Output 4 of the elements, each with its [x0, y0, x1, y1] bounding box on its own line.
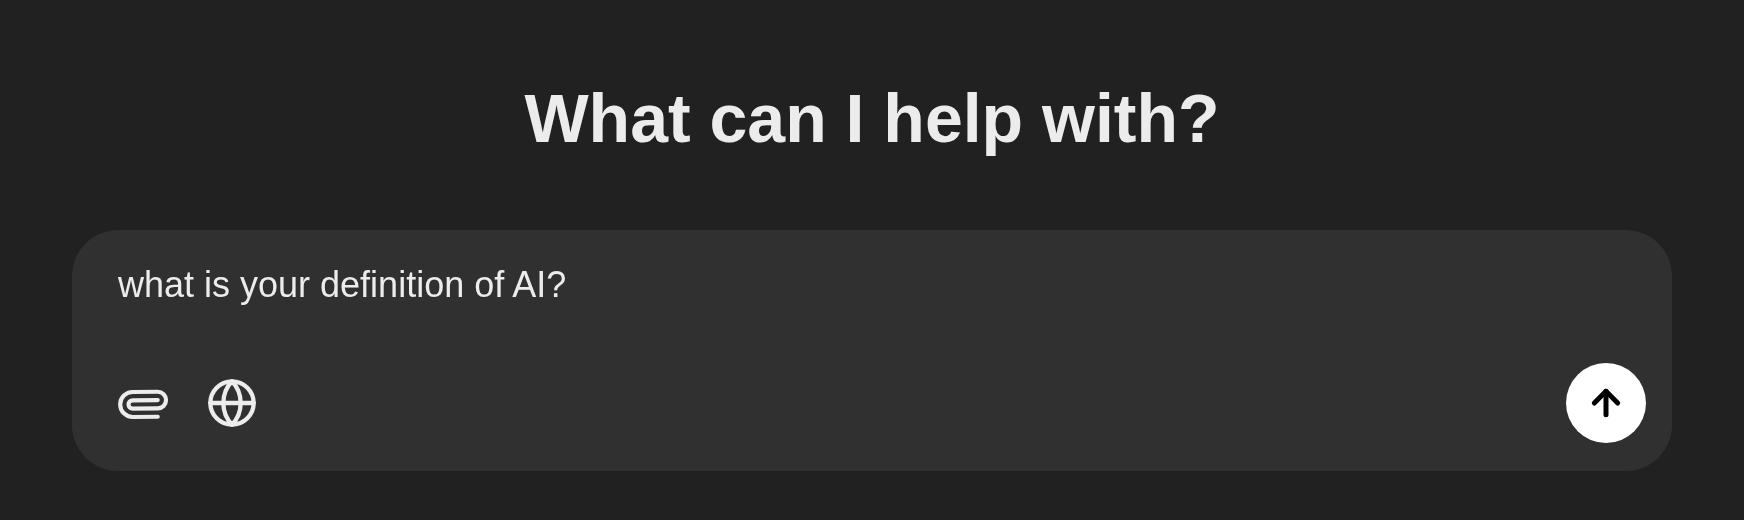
globe-icon: [206, 377, 258, 429]
globe-button[interactable]: [206, 377, 258, 429]
page-heading: What can I help with?: [524, 79, 1220, 158]
message-input[interactable]: what is your definition of AI?: [118, 264, 818, 306]
